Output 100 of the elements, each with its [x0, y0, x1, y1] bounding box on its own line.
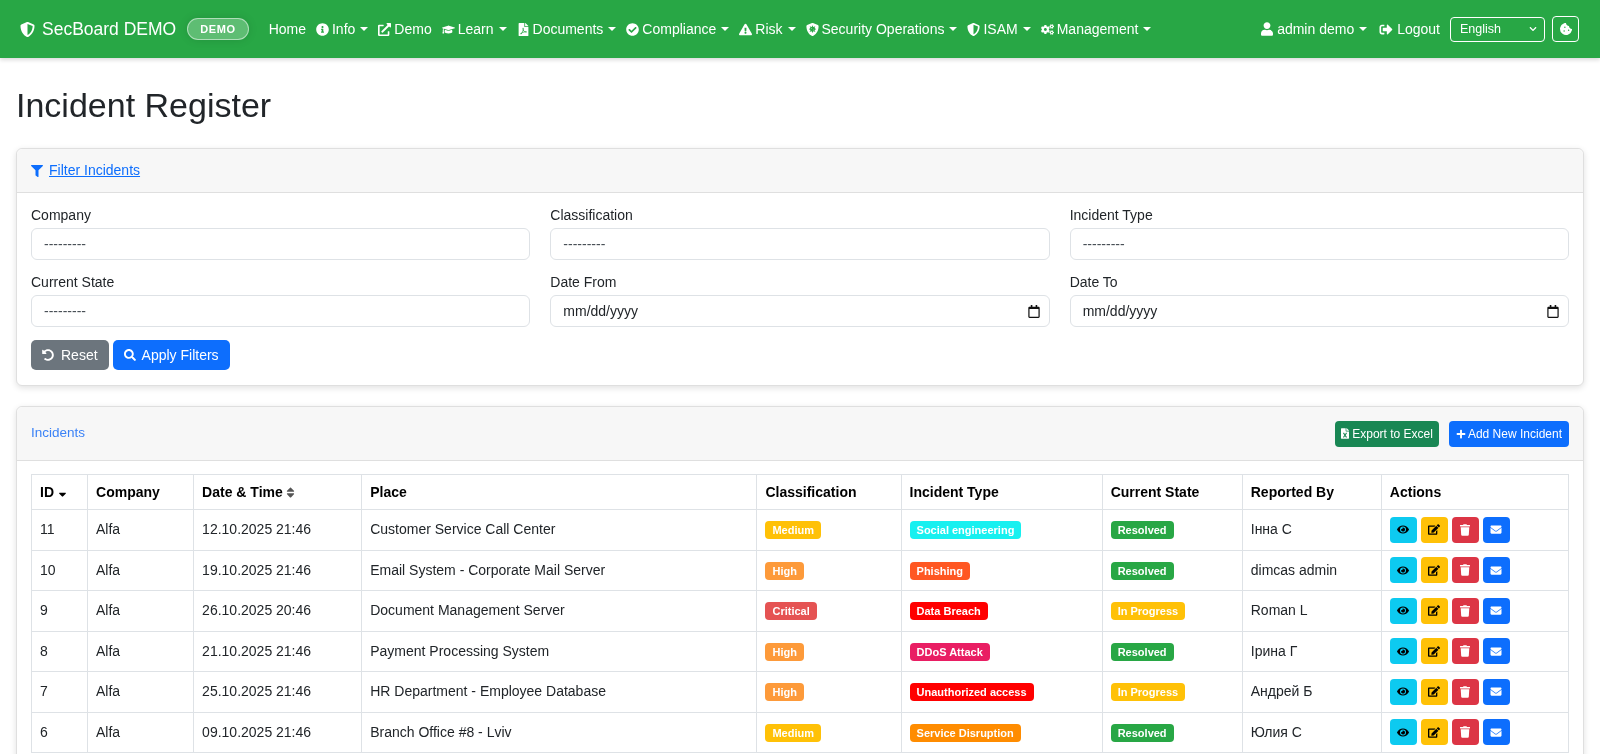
- view-button[interactable]: [1389, 597, 1417, 624]
- table-cell: 6: [31, 712, 88, 753]
- column-header: Classification: [756, 474, 902, 510]
- select-field[interactable]: ---------: [1069, 228, 1569, 260]
- delete-button[interactable]: [1451, 516, 1479, 543]
- eye-icon: [1397, 605, 1410, 617]
- status-badge: Resolved: [1110, 723, 1174, 742]
- nav-link[interactable]: Learn: [436, 9, 512, 49]
- field-label: Classification: [550, 206, 633, 225]
- delete-button[interactable]: [1451, 719, 1479, 746]
- incident-type-badge: Unauthorized access: [909, 683, 1034, 702]
- edit-icon: [1428, 645, 1441, 657]
- delete-button[interactable]: [1451, 557, 1479, 584]
- shield-icon: [967, 22, 981, 36]
- email-button[interactable]: [1482, 719, 1510, 746]
- chevron-down-icon: [1529, 25, 1537, 33]
- table-cell: 9: [31, 590, 88, 631]
- column-header: Current State: [1102, 474, 1243, 510]
- edit-button[interactable]: [1420, 719, 1448, 746]
- nav-link[interactable]: Risk: [734, 9, 801, 49]
- add-incident-button[interactable]: Add New Incident: [1448, 420, 1569, 447]
- edit-icon: [1428, 564, 1441, 576]
- select-field[interactable]: ---------: [550, 228, 1050, 260]
- nav-link[interactable]: Management: [1035, 9, 1157, 49]
- logout-link[interactable]: Logout: [1373, 9, 1446, 49]
- view-button[interactable]: [1389, 719, 1417, 746]
- incident-type-badge: Data Breach: [909, 602, 988, 621]
- language-select[interactable]: English: [1450, 16, 1545, 42]
- edit-button[interactable]: [1420, 597, 1448, 624]
- trash-icon: [1460, 604, 1471, 617]
- classification-badge: Critical: [765, 602, 817, 621]
- document-icon: [516, 22, 530, 36]
- eye-icon: [1397, 686, 1410, 698]
- nav-link[interactable]: Security Operations: [800, 9, 963, 49]
- edit-icon: [1428, 726, 1441, 738]
- table-cell: Alfa: [87, 550, 194, 591]
- card-title: Incidents: [31, 424, 86, 443]
- calendar-icon[interactable]: [1547, 305, 1559, 318]
- email-button[interactable]: [1482, 638, 1510, 665]
- user-menu-link[interactable]: admin demo: [1255, 9, 1374, 49]
- export-button[interactable]: Export to Excel: [1335, 420, 1439, 447]
- nav-link[interactable]: Demo: [373, 9, 437, 49]
- table-cell: 7: [31, 671, 88, 712]
- brand-link[interactable]: SecBoard DEMO: [20, 15, 177, 43]
- email-button[interactable]: [1482, 597, 1510, 624]
- classification-badge: High: [765, 561, 804, 580]
- trash-icon: [1460, 685, 1471, 698]
- table-cell: 8: [31, 631, 88, 672]
- column-header[interactable]: ID: [31, 474, 88, 510]
- classification-badge: Medium: [765, 521, 821, 540]
- delete-button[interactable]: [1451, 597, 1479, 624]
- warning-icon: [739, 22, 753, 36]
- view-button[interactable]: [1389, 557, 1417, 584]
- edit-button[interactable]: [1420, 557, 1448, 584]
- calendar-icon[interactable]: [1027, 305, 1040, 318]
- filter-toggle-link[interactable]: Filter Incidents: [31, 160, 141, 181]
- field-label: Current State: [31, 273, 115, 292]
- eye-icon: [1397, 645, 1410, 657]
- nav-link[interactable]: Home: [263, 9, 311, 49]
- select-field[interactable]: ---------: [31, 228, 531, 260]
- user-icon: [1261, 22, 1274, 36]
- delete-button[interactable]: [1451, 678, 1479, 705]
- edit-button[interactable]: [1420, 638, 1448, 665]
- edit-button[interactable]: [1420, 678, 1448, 705]
- column-header[interactable]: Date & Time: [193, 474, 362, 510]
- apply-filters-button[interactable]: Apply Filters: [112, 340, 230, 370]
- search-icon: [123, 349, 136, 361]
- table-cell: Alfa: [87, 631, 194, 672]
- demo-badge: DEMO: [187, 18, 249, 40]
- table-cell: 09.10.2025 21:46: [193, 712, 362, 753]
- nav-link[interactable]: Compliance: [621, 9, 735, 49]
- cookie-icon: [1559, 23, 1572, 35]
- sort-icon: [285, 485, 295, 499]
- date-field[interactable]: mm/dd/yyyy: [550, 295, 1050, 327]
- column-header: Incident Type: [901, 474, 1103, 510]
- nav-link[interactable]: ISAM: [962, 9, 1036, 49]
- undo-icon: [42, 349, 54, 361]
- email-button[interactable]: [1482, 557, 1510, 584]
- nav-link[interactable]: Documents: [511, 9, 622, 49]
- view-button[interactable]: [1389, 638, 1417, 665]
- nav-link[interactable]: Info: [311, 9, 374, 49]
- date-field[interactable]: mm/dd/yyyy: [1069, 295, 1569, 327]
- column-header: Company: [87, 474, 194, 510]
- classification-badge: High: [765, 642, 804, 661]
- table-cell: 26.10.2025 20:46: [193, 590, 362, 631]
- email-button[interactable]: [1482, 516, 1510, 543]
- delete-button[interactable]: [1451, 638, 1479, 665]
- trash-icon: [1460, 726, 1471, 739]
- view-button[interactable]: [1389, 678, 1417, 705]
- select-field[interactable]: ---------: [31, 295, 531, 327]
- view-button[interactable]: [1389, 516, 1417, 543]
- trash-icon: [1460, 564, 1471, 577]
- page-title: Incident Register: [16, 85, 273, 126]
- table-cell: 10: [31, 550, 88, 591]
- reset-button[interactable]: Reset: [31, 340, 109, 370]
- theme-toggle-button[interactable]: [1552, 16, 1579, 42]
- table-cell: Інна С: [1242, 509, 1382, 550]
- email-button[interactable]: [1482, 678, 1510, 705]
- edit-button[interactable]: [1420, 516, 1448, 543]
- trash-icon: [1460, 523, 1471, 536]
